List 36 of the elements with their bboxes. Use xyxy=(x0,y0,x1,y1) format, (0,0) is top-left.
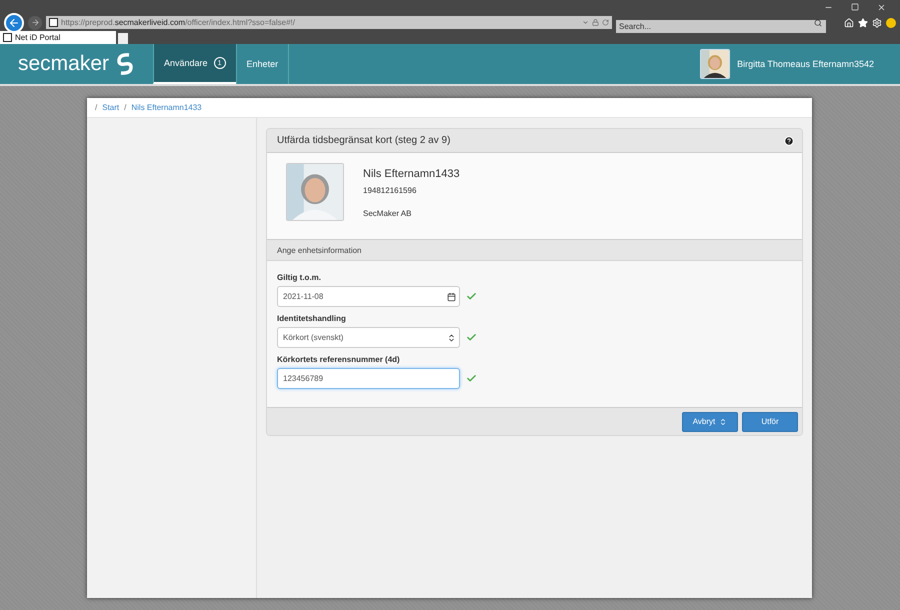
select-field[interactable]: Körkort (svenskt) xyxy=(277,327,460,348)
action-button[interactable]: Utför xyxy=(742,412,798,432)
field-label: Körkortets referensnummer (4d) xyxy=(277,355,401,364)
organization: SecMaker AB xyxy=(363,209,412,218)
browser-tab[interactable]: Net iD Portal xyxy=(0,31,116,44)
action-button[interactable]: Avbryt xyxy=(682,412,738,432)
field-label: Identitetshandling xyxy=(277,314,347,323)
close-icon[interactable] xyxy=(877,3,886,12)
user-name[interactable]: Birgitta Thomeaus Efternamn3542 xyxy=(737,59,874,69)
date-field[interactable]: 2021-11-08 xyxy=(277,286,460,307)
personal-number: 194812161596 xyxy=(363,186,418,195)
forward-button[interactable] xyxy=(28,16,42,30)
settings-icon[interactable] xyxy=(872,18,882,28)
field-label: Giltig t.o.m. xyxy=(277,273,322,282)
home-icon[interactable] xyxy=(844,18,854,28)
breadcrumb-link[interactable]: Start xyxy=(102,103,120,112)
breadcrumb-link[interactable]: Nils Efternamn1433 xyxy=(131,103,202,112)
search-field[interactable]: Search... xyxy=(616,20,826,33)
breadcrumb-separator: / xyxy=(124,103,126,112)
section-heading: Ange enhetsinformation xyxy=(267,240,802,261)
maximize-icon[interactable] xyxy=(851,3,859,11)
person-name: Nils Efternamn1433 xyxy=(363,168,460,180)
input-field[interactable]: 123456789 xyxy=(277,368,460,389)
panel-title: Utfärda tidsbegränsat kort (steg 2 av 9) xyxy=(277,135,450,146)
sort-icon xyxy=(447,333,456,342)
search-icon[interactable] xyxy=(814,18,822,26)
arrow-left-icon xyxy=(8,16,20,28)
address-bar[interactable]: https://preprod.secmakerliveid.com/officer/index.html?sso=false#!/ xyxy=(46,16,612,29)
help-icon[interactable] xyxy=(784,136,794,146)
back-button[interactable] xyxy=(4,12,24,32)
arrow-right-icon xyxy=(30,18,40,27)
logo: secmaker xyxy=(0,44,153,84)
calendar-icon[interactable] xyxy=(447,292,456,301)
sort-icon xyxy=(719,418,728,426)
breadcrumb-separator: / xyxy=(95,103,98,112)
star-icon[interactable] xyxy=(858,18,868,28)
